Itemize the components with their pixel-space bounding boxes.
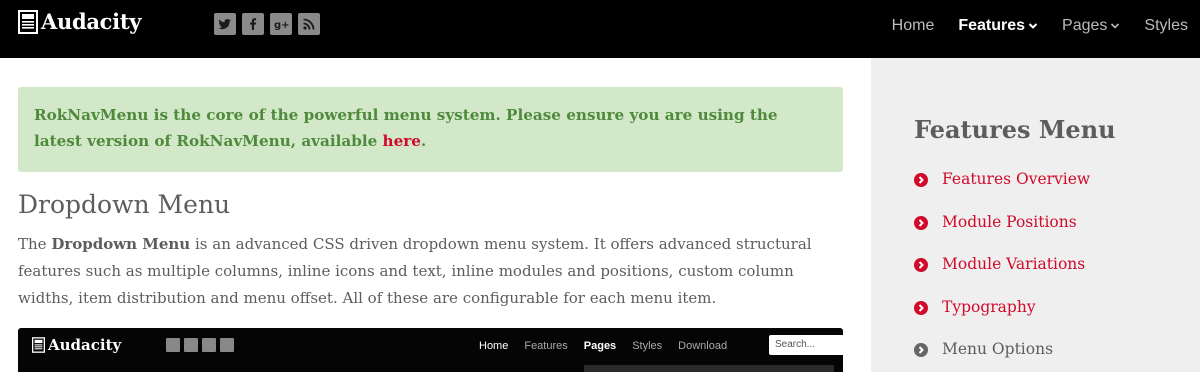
sidebar-item-label: Features Overview: [942, 170, 1091, 188]
sidebar-item-menu-options[interactable]: Menu Options: [914, 340, 1090, 383]
preview-logo: Audacity: [32, 336, 121, 354]
facebook-icon: [184, 338, 198, 352]
arrow-circle-right-icon: [914, 343, 928, 357]
social-icons: g+: [214, 13, 320, 35]
nav-item-home[interactable]: Home: [892, 17, 935, 35]
newspaper-icon: [18, 9, 38, 34]
sidebar-item-typography[interactable]: Typography: [914, 298, 1090, 341]
preview-nav-item: Features: [524, 340, 568, 352]
info-alert: RokNavMenu is the core of the powerful m…: [18, 87, 843, 172]
nav-item-features[interactable]: Features: [958, 17, 1038, 35]
sidebar-item-label: Module Variations: [942, 255, 1086, 273]
alert-link[interactable]: here: [383, 132, 421, 150]
sidebar-title: Features Menu: [914, 115, 1116, 144]
google-plus-icon[interactable]: g+: [270, 13, 292, 35]
arrow-circle-right-icon: [914, 215, 928, 230]
google-plus-icon: [202, 338, 216, 352]
main-nav: Home Features Pages Styles: [868, 0, 1200, 52]
chevron-down-icon: [1028, 23, 1038, 29]
newspaper-icon: [32, 337, 45, 353]
nav-item-label: Pages: [1062, 17, 1108, 34]
nav-item-pages[interactable]: Pages: [1062, 17, 1120, 35]
preview-logo-text: Audacity: [48, 336, 122, 354]
preview-nav-item: Home: [479, 340, 509, 352]
nav-item-label: Home: [891, 17, 935, 34]
sidebar-item-label: Module Positions: [942, 212, 1077, 231]
sidebar-item-module-variations[interactable]: Module Variations: [914, 255, 1090, 298]
preview-nav-item: Styles: [632, 340, 663, 352]
preview-dropdown: [584, 365, 834, 372]
preview-nav-item: Pages: [583, 340, 617, 352]
svg-text:g+: g+: [274, 20, 289, 31]
logo-text: Audacity: [41, 9, 142, 34]
rss-icon[interactable]: [298, 13, 320, 35]
arrow-circle-right-icon: [914, 300, 928, 315]
nav-item-label: Styles: [1144, 17, 1188, 34]
sidebar-item-module-positions[interactable]: Module Positions: [914, 213, 1090, 256]
arrow-circle-right-icon: [914, 258, 928, 272]
alert-text-end: .: [420, 132, 427, 150]
nav-item-styles[interactable]: Styles: [1144, 17, 1188, 35]
main-content: RokNavMenu is the core of the powerful m…: [18, 87, 843, 312]
twitter-icon: [166, 338, 180, 352]
nav-item-label: Features: [958, 17, 1026, 34]
sidebar-item-label: Menu Options: [942, 340, 1054, 358]
arrow-circle-right-icon: [914, 173, 928, 187]
rss-icon: [220, 338, 234, 352]
preview-social-icons: [166, 338, 234, 352]
top-header: Audacity g+ Home Features Pages Styles: [0, 0, 1200, 58]
preview-search-input: Search...: [769, 335, 843, 355]
body-bold: Dropdown Menu: [51, 235, 191, 253]
site-logo[interactable]: Audacity: [18, 9, 141, 34]
preview-nav-item: Download: [678, 340, 728, 352]
facebook-icon[interactable]: [242, 13, 264, 35]
preview-nav: Home Features Pages Styles Download: [479, 340, 743, 352]
twitter-icon[interactable]: [214, 13, 236, 35]
sidebar-item-features-overview[interactable]: Features Overview: [914, 170, 1090, 213]
sidebar: Features Menu Features Overview Module P…: [871, 58, 1200, 372]
section-title: Dropdown Menu: [18, 190, 231, 219]
chevron-down-icon: [1111, 23, 1120, 29]
sidebar-menu: Features Overview Module Positions Modul…: [914, 170, 1090, 383]
body-prefix: The: [18, 235, 52, 253]
sidebar-item-label: Typography: [942, 297, 1036, 316]
section-body: The Dropdown Menu is an advanced CSS dri…: [18, 231, 843, 312]
dropdown-preview-image: Audacity Home Features Pages Styles Down…: [18, 328, 843, 372]
